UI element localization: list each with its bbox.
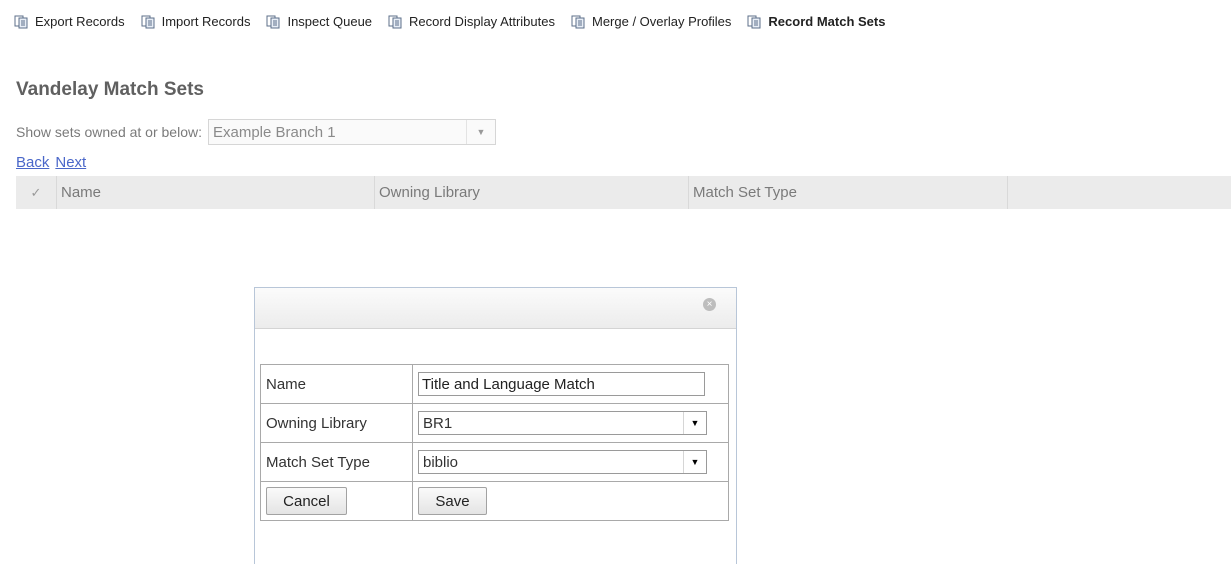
- back-link[interactable]: Back: [16, 154, 49, 171]
- owning-library-select[interactable]: BR1 ▼: [418, 411, 707, 435]
- form-row-owning-library: Owning Library BR1 ▼: [260, 403, 729, 443]
- form-row-actions: Cancel Save: [260, 481, 729, 521]
- match-set-type-label: Match Set Type: [260, 442, 413, 482]
- name-label: Name: [260, 364, 413, 404]
- owner-filter-select[interactable]: Example Branch 1 ▼: [208, 119, 496, 145]
- owner-filter-label: Show sets owned at or below:: [16, 124, 202, 140]
- pager: Back Next: [16, 154, 92, 171]
- page-copy-icon: [571, 15, 585, 28]
- owner-filter-value: Example Branch 1: [213, 123, 336, 141]
- page-copy-icon: [388, 15, 402, 28]
- match-set-dialog: × Name Owning Library BR1 ▼ Match Set Ty…: [254, 287, 737, 564]
- toolbar-item-label: Export Records: [35, 14, 125, 29]
- chevron-down-icon: ▼: [683, 451, 706, 473]
- chevron-down-icon: ▼: [683, 412, 706, 434]
- page-title: Vandelay Match Sets: [16, 79, 204, 100]
- name-cell: [412, 364, 729, 404]
- toolbar-export-records[interactable]: Export Records: [14, 14, 125, 29]
- match-set-type-value: biblio: [423, 453, 459, 471]
- owner-filter: Show sets owned at or below: Example Bra…: [16, 119, 496, 145]
- save-button[interactable]: Save: [418, 487, 487, 515]
- dialog-titlebar[interactable]: ×: [255, 288, 736, 329]
- cancel-cell: Cancel: [260, 481, 413, 521]
- toolbar-merge-overlay-profiles[interactable]: Merge / Overlay Profiles: [571, 14, 731, 29]
- toolbar: Export Records Import Records Inspect Qu…: [0, 0, 1231, 50]
- page-copy-icon: [141, 15, 155, 28]
- toolbar-record-match-sets[interactable]: Record Match Sets: [747, 14, 885, 29]
- toolbar-item-label: Record Match Sets: [768, 14, 886, 29]
- owning-library-cell: BR1 ▼: [412, 403, 729, 443]
- select-all-checkbox[interactable]: ✓: [16, 176, 56, 209]
- toolbar-item-label: Import Records: [161, 14, 251, 29]
- next-link[interactable]: Next: [55, 154, 86, 171]
- close-icon[interactable]: ×: [703, 298, 716, 311]
- toolbar-inspect-queue[interactable]: Inspect Queue: [266, 14, 372, 29]
- match-set-form: Name Owning Library BR1 ▼ Match Set Type…: [260, 364, 729, 521]
- match-set-type-select[interactable]: biblio ▼: [418, 450, 707, 474]
- page-copy-icon: [14, 15, 28, 28]
- toolbar-item-label: Record Display Attributes: [409, 14, 555, 29]
- cancel-button[interactable]: Cancel: [266, 487, 347, 515]
- page-copy-icon: [266, 15, 280, 28]
- save-cell: Save: [412, 481, 729, 521]
- column-header-match-set-type[interactable]: Match Set Type: [688, 176, 1008, 209]
- name-field[interactable]: [418, 372, 705, 396]
- toolbar-record-display-attributes[interactable]: Record Display Attributes: [388, 14, 555, 29]
- owning-library-label: Owning Library: [260, 403, 413, 443]
- toolbar-item-label: Inspect Queue: [287, 14, 373, 29]
- page-copy-icon: [747, 15, 761, 28]
- owning-library-value: BR1: [423, 414, 453, 432]
- grid-header: ✓ Name Owning Library Match Set Type: [16, 176, 1231, 209]
- column-header-owning-library[interactable]: Owning Library: [374, 176, 688, 209]
- chevron-down-icon: ▼: [466, 120, 495, 144]
- toolbar-item-label: Merge / Overlay Profiles: [591, 14, 732, 29]
- form-row-name: Name: [260, 364, 729, 404]
- form-row-match-set-type: Match Set Type biblio ▼: [260, 442, 729, 482]
- check-icon: ✓: [30, 184, 42, 200]
- match-set-type-cell: biblio ▼: [412, 442, 729, 482]
- column-header-name[interactable]: Name: [56, 176, 374, 209]
- toolbar-import-records[interactable]: Import Records: [141, 14, 251, 29]
